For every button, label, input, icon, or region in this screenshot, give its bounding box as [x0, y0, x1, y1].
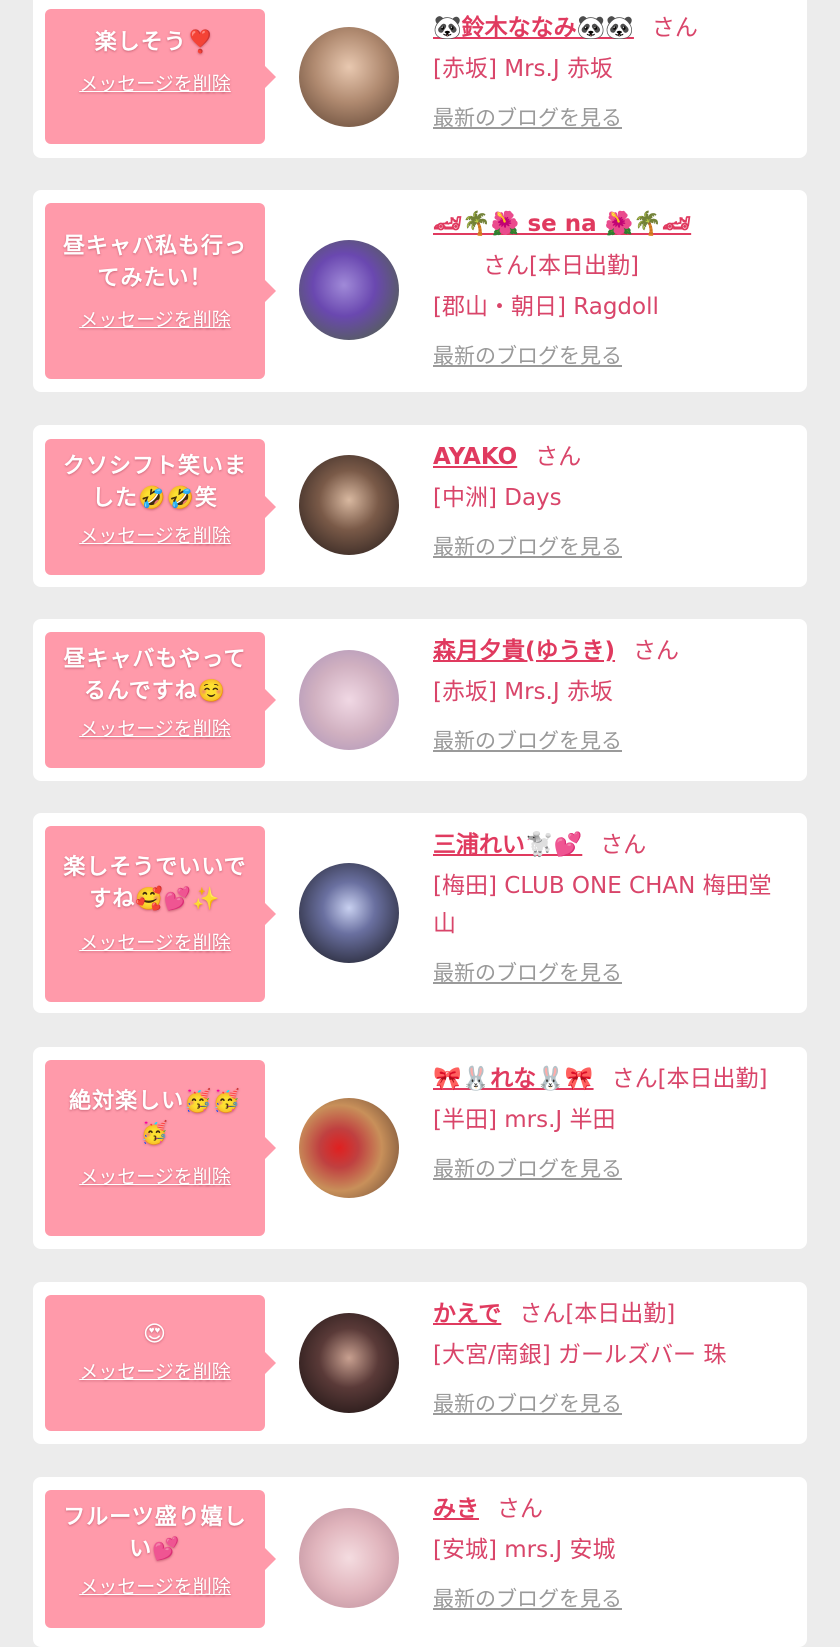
cast-name-link[interactable]: 🐼鈴木ななみ🐼🐼 [433, 15, 634, 41]
cast-name-link[interactable]: 🏎🌴🌺 se na 🌺🌴🏎 [433, 211, 691, 237]
message-bubble: 昼キャバもやってるんですね☺️ メッセージを削除 [45, 632, 276, 768]
list-item: 絶対楽しい🥳🥳🥳 メッセージを削除 🎀🐰れな🐰🎀 さん[本日出勤] [半田] mr… [33, 1047, 807, 1249]
cast-name-link[interactable]: 森月夕貴(ゆうき) [433, 638, 615, 664]
delete-message-button[interactable]: メッセージを削除 [79, 1572, 231, 1599]
list-item: 😍 メッセージを削除 かえで さん[本日出勤] [大宮/南銀] ガールズバー 珠 … [33, 1282, 807, 1444]
message-bubble: クソシフト笑いました🤣🤣笑 メッセージを削除 [45, 439, 276, 575]
honorific: さん[本日出勤] [611, 1066, 768, 1092]
latest-blog-link[interactable]: 最新のブログを見る [433, 1587, 622, 1611]
message-bubble: 楽しそう❣️ メッセージを削除 [45, 9, 276, 144]
latest-blog-link[interactable]: 最新のブログを見る [433, 344, 622, 368]
message-bubble: フルーツ盛り嬉しい💕 メッセージを削除 [45, 1490, 276, 1628]
message-bubble: 昼キャバ私も行ってみたい！ メッセージを削除 [45, 203, 276, 379]
honorific: さん[本日出勤] [483, 253, 639, 279]
delete-message-button[interactable]: メッセージを削除 [79, 1357, 231, 1384]
list-item: 昼キャバ私も行ってみたい！ メッセージを削除 🏎🌴🌺 se na 🌺🌴🏎 さん[… [33, 190, 807, 392]
avatar[interactable] [299, 1313, 399, 1413]
latest-blog-link[interactable]: 最新のブログを見る [433, 1392, 622, 1416]
shop-name: [安城] mrs.J 安城 [433, 1537, 616, 1563]
cast-info: AYAKO さん [中洲] Days 最新のブログを見る [433, 437, 793, 561]
latest-blog-link[interactable]: 最新のブログを見る [433, 535, 622, 559]
avatar[interactable] [299, 863, 399, 963]
message-list: 楽しそう❣️ メッセージを削除 🐼鈴木ななみ🐼🐼 さん [赤坂] Mrs.J 赤坂… [0, 0, 840, 1647]
cast-name-link[interactable]: 三浦れい🐩💕 [433, 832, 582, 858]
cast-name-link[interactable]: AYAKO [433, 444, 517, 470]
cast-info: 🐼鈴木ななみ🐼🐼 さん [赤坂] Mrs.J 赤坂 最新のブログを見る [433, 8, 793, 132]
latest-blog-link[interactable]: 最新のブログを見る [433, 961, 622, 985]
message-text: 昼キャバもやってるんですね☺️ [63, 647, 247, 704]
shop-name: [赤坂] Mrs.J 赤坂 [433, 679, 613, 705]
avatar[interactable] [299, 650, 399, 750]
message-text: 絶対楽しい🥳🥳🥳 [69, 1089, 241, 1146]
avatar[interactable] [299, 27, 399, 127]
message-bubble: 絶対楽しい🥳🥳🥳 メッセージを削除 [45, 1060, 276, 1236]
honorific: さん [497, 1496, 543, 1522]
avatar[interactable] [299, 1508, 399, 1608]
honorific: さん [651, 15, 698, 41]
delete-message-button[interactable]: メッセージを削除 [79, 714, 231, 741]
avatar[interactable] [299, 455, 399, 555]
avatar[interactable] [299, 1098, 399, 1198]
latest-blog-link[interactable]: 最新のブログを見る [433, 1157, 622, 1181]
honorific: さん [535, 444, 582, 470]
shop-name: [半田] mrs.J 半田 [433, 1107, 616, 1133]
list-item: フルーツ盛り嬉しい💕 メッセージを削除 みき さん [安城] mrs.J 安城 最… [33, 1477, 807, 1647]
message-text: 😍 [143, 1322, 167, 1347]
list-item: クソシフト笑いました🤣🤣笑 メッセージを削除 AYAKO さん [中洲] Days… [33, 425, 807, 587]
shop-name: [赤坂] Mrs.J 赤坂 [433, 56, 613, 82]
message-text: クソシフト笑いました🤣🤣笑 [62, 454, 247, 511]
shop-name: [中洲] Days [433, 485, 562, 511]
shop-name: [大宮/南銀] ガールズバー 珠 [433, 1342, 727, 1368]
cast-name-link[interactable]: みき [433, 1496, 479, 1522]
honorific: さん [633, 638, 680, 664]
shop-name: [梅田] CLUB ONE CHAN 梅田堂山 [433, 873, 772, 937]
list-item: 昼キャバもやってるんですね☺️ メッセージを削除 森月夕貴(ゆうき) さん [赤坂… [33, 619, 807, 781]
shop-name: [郡山・朝日] Ragdoll [433, 294, 659, 320]
avatar[interactable] [299, 240, 399, 340]
cast-info: みき さん [安城] mrs.J 安城 最新のブログを見る [433, 1489, 793, 1613]
message-text: フルーツ盛り嬉しい💕 [63, 1505, 247, 1562]
delete-message-button[interactable]: メッセージを削除 [79, 305, 231, 332]
cast-info: 三浦れい🐩💕 さん [梅田] CLUB ONE CHAN 梅田堂山 最新のブログを… [433, 825, 793, 987]
cast-info: 🎀🐰れな🐰🎀 さん[本日出勤] [半田] mrs.J 半田 最新のブログを見る [433, 1059, 793, 1183]
message-bubble: 楽しそうでいいですね🥰💕✨ メッセージを削除 [45, 826, 276, 1002]
message-text: 昼キャバ私も行ってみたい！ [62, 234, 247, 291]
cast-info: 🏎🌴🌺 se na 🌺🌴🏎 さん[本日出勤] [郡山・朝日] Ragdoll 最… [433, 204, 793, 370]
list-item: 楽しそうでいいですね🥰💕✨ メッセージを削除 三浦れい🐩💕 さん [梅田] CLU… [33, 813, 807, 1013]
cast-name-link[interactable]: かえで [433, 1301, 501, 1327]
cast-info: かえで さん[本日出勤] [大宮/南銀] ガールズバー 珠 最新のブログを見る [433, 1294, 793, 1418]
message-text: 楽しそうでいいですね🥰💕✨ [63, 855, 247, 912]
delete-message-button[interactable]: メッセージを削除 [79, 1162, 231, 1189]
cast-info: 森月夕貴(ゆうき) さん [赤坂] Mrs.J 赤坂 最新のブログを見る [433, 631, 793, 755]
honorific: さん[本日出勤] [519, 1301, 676, 1327]
delete-message-button[interactable]: メッセージを削除 [79, 521, 231, 548]
latest-blog-link[interactable]: 最新のブログを見る [433, 729, 622, 753]
list-item: 楽しそう❣️ メッセージを削除 🐼鈴木ななみ🐼🐼 さん [赤坂] Mrs.J 赤坂… [33, 0, 807, 158]
latest-blog-link[interactable]: 最新のブログを見る [433, 106, 622, 130]
delete-message-button[interactable]: メッセージを削除 [79, 928, 231, 955]
delete-message-button[interactable]: メッセージを削除 [79, 69, 231, 96]
honorific: さん [600, 832, 647, 858]
message-bubble: 😍 メッセージを削除 [45, 1295, 276, 1431]
cast-name-link[interactable]: 🎀🐰れな🐰🎀 [433, 1066, 594, 1092]
message-text: 楽しそう❣️ [94, 30, 216, 55]
